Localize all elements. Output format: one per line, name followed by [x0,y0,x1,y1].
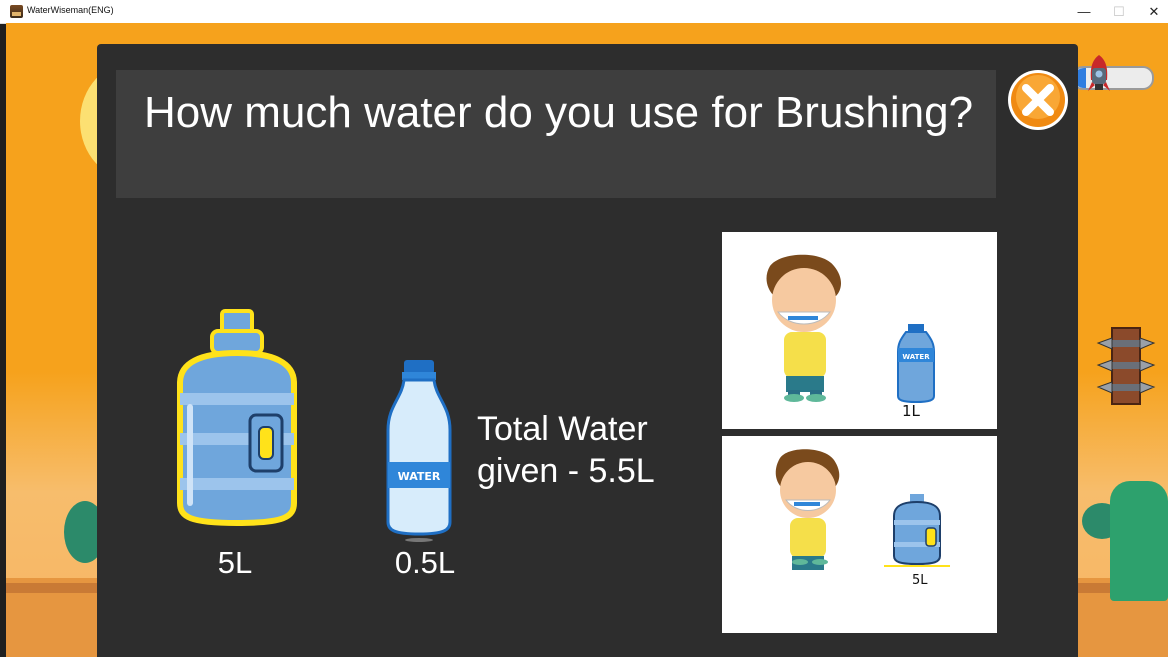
total-water-line-2: given - 5.5L [477,452,655,490]
minimize-button[interactable]: — [1066,0,1102,23]
question-text: How much water do you use for Brushing? [144,88,974,137]
window-titlebar: WaterWiseman(ENG) — ☐ ✕ [0,0,1168,24]
rocket-icon [1088,55,1110,91]
total-water-line-1: Total Water [477,410,648,448]
question-box: How much water do you use for Brushing? [116,70,996,198]
boy-brushing-bottle-image: WATER [766,254,935,404]
option-1-bottle-text: WATER [902,353,930,361]
window-title: WaterWiseman(ENG) [27,5,114,15]
option-card-2[interactable]: 5L [722,436,997,633]
close-window-button[interactable]: ✕ [1136,0,1168,23]
bottle-amount-label: 0.5L [394,545,456,580]
option-card-1[interactable]: WATER 1L [722,232,997,429]
option-1-amount-label: 1L [902,402,920,420]
spiked-post-icon [1096,327,1156,405]
svg-text:WATER: WATER [398,470,441,483]
maximize-button: ☐ [1113,4,1125,19]
cactus-right [1110,481,1168,601]
boy-brushing-jug-image [775,449,950,570]
jug-amount-label: 5L [217,545,253,580]
option-2-amount-label: 5L [912,573,928,588]
water-bottle-icon[interactable]: WATER [382,358,462,544]
total-water-text: Total Water given - 5.5L [477,408,687,492]
app-icon [10,5,23,18]
water-jug-icon[interactable] [150,303,318,529]
close-x-icon[interactable] [1007,69,1069,131]
level-progress-bar [1072,66,1154,90]
